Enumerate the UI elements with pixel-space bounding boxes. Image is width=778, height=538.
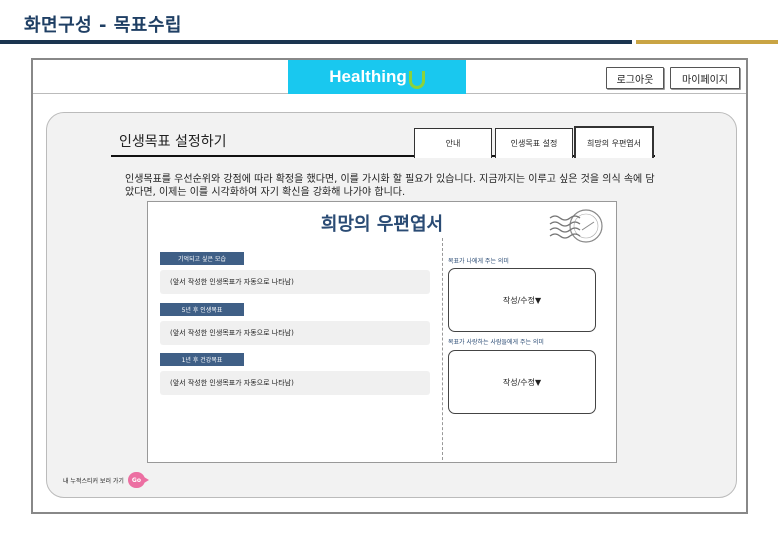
- logout-button[interactable]: 로그아웃: [606, 67, 664, 89]
- logo[interactable]: Healthing: [288, 60, 466, 94]
- postmark-stamp-icon: [549, 209, 603, 243]
- sticker-link-text[interactable]: 내 누적스티커 보러 가기: [63, 476, 124, 485]
- postcard-divider: [442, 238, 443, 460]
- sticker-link[interactable]: 내 누적스티커 보러 가기 Go: [63, 472, 149, 488]
- value-remembered-self: (앞서 작성한 인생목표가 자동으로 나타남): [160, 270, 430, 294]
- title-rule-dark: [0, 40, 632, 44]
- go-button[interactable]: Go: [127, 472, 149, 488]
- logo-u-icon: [408, 71, 425, 89]
- content-panel: 인생목표 설정하기 안내 인생목표 설정 희망의 우편엽서 인생목표를 우선순위…: [46, 112, 737, 498]
- slide-title: 화면구성 - 목표수립: [24, 15, 182, 36]
- top-bar: Healthing 로그아웃 마이페이지: [33, 60, 746, 94]
- panel-title: 인생목표 설정하기: [119, 134, 227, 150]
- label-remembered-self: 기억되고 싶은 모습: [160, 252, 244, 265]
- edit-meaning-to-loved-ones-button[interactable]: 작성/수정▼: [448, 350, 596, 414]
- value-five-year-goal: (앞서 작성한 인생목표가 자동으로 나타남): [160, 321, 430, 345]
- app-frame: Healthing 로그아웃 마이페이지 인생목표 설정하기 안내 인생목표 설…: [31, 58, 748, 514]
- label-five-year-goal: 5년 후 인생목표: [160, 303, 244, 316]
- label-meaning-to-loved-ones: 목표가 사랑하는 사람들에게 주는 의미: [448, 339, 544, 346]
- tab-guide[interactable]: 안내: [414, 128, 492, 158]
- mypage-button[interactable]: 마이페이지: [670, 67, 740, 89]
- tab-hope-postcard[interactable]: 희망의 우편엽서: [574, 126, 654, 158]
- logo-text: Healthing: [329, 67, 407, 86]
- edit-meaning-to-me-button[interactable]: 작성/수정▼: [448, 268, 596, 332]
- panel-description: 인생목표를 우선순위와 강점에 따라 확정을 했다면, 이를 가시화 할 필요가…: [125, 174, 655, 198]
- title-rule-gold: [636, 40, 778, 44]
- label-meaning-to-me: 목표가 나에게 주는 의미: [448, 258, 509, 265]
- tab-life-goal[interactable]: 인생목표 설정: [495, 128, 573, 158]
- label-one-year-health-goal: 1년 후 건강목표: [160, 353, 244, 366]
- postcard: 희망의 우편엽서 기억되고 싶은 모습 (앞서 작성한 인생목표가 자동으로 나…: [147, 201, 617, 463]
- value-one-year-health-goal: (앞서 작성한 인생목표가 자동으로 나타남): [160, 371, 430, 395]
